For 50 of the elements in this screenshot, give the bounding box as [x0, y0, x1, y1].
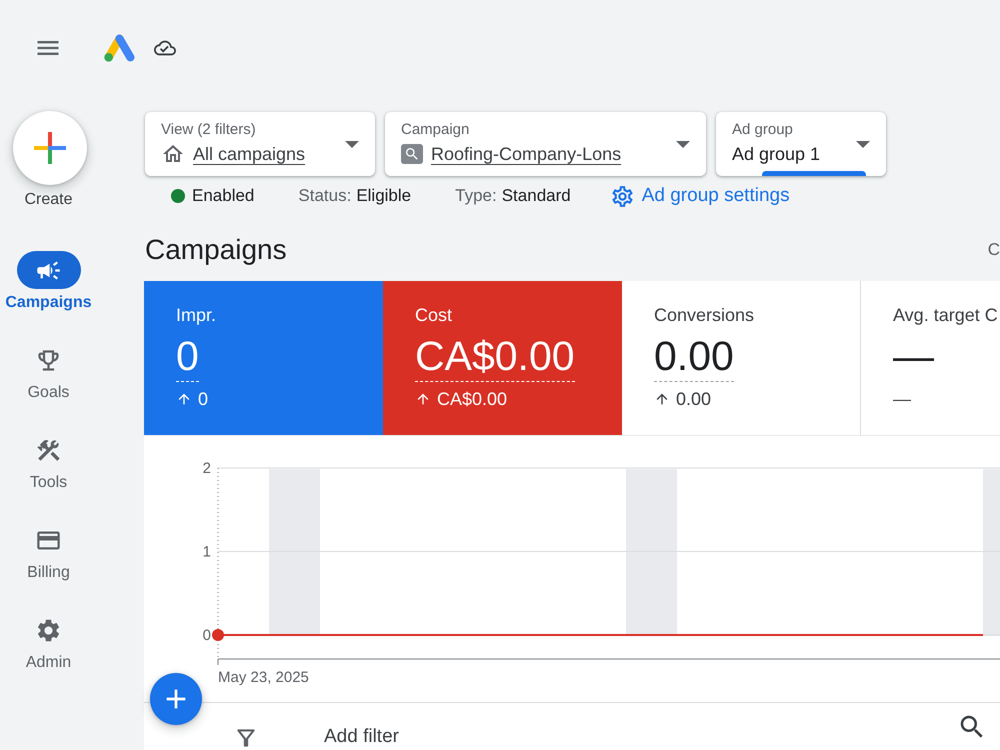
field-label: Type:	[455, 185, 497, 208]
metric-card[interactable]: Cost CA$0.00 CA$0.00	[383, 281, 622, 435]
metric-value: 0.00	[654, 334, 734, 382]
caret-icon	[676, 140, 690, 148]
logo-icon[interactable]	[104, 34, 135, 62]
metric-label: Impr.	[176, 304, 216, 327]
metric-change: —	[893, 388, 911, 410]
nav-item[interactable]: Tools	[0, 431, 97, 493]
dropdown-selector[interactable]: Ad group Ad group 1	[716, 112, 886, 176]
metric-change: 0.00	[676, 388, 712, 410]
metric-value: —	[893, 334, 934, 381]
nav-item[interactable]: Billing	[0, 521, 97, 583]
nav-item[interactable]: Campaigns	[0, 251, 97, 313]
selector-link[interactable]: All campaigns	[193, 143, 306, 165]
selector-link[interactable]: Roofing-Company-Lons	[431, 143, 622, 165]
gear-icon	[610, 184, 635, 208]
nav-item[interactable]: Admin	[0, 611, 97, 673]
selector-label: View (2 filters)	[161, 120, 257, 140]
search-square-icon	[401, 144, 423, 164]
metric-label: Cost	[415, 304, 452, 327]
field-value: Eligible	[356, 185, 412, 208]
y-axis-label: 2	[202, 460, 211, 477]
metric-change: CA$0.00	[437, 388, 508, 410]
metric-value: CA$0.00	[415, 334, 575, 382]
metric-value: 0	[176, 334, 199, 382]
y-axis-label: 1	[202, 544, 211, 560]
create-label: Create	[24, 190, 73, 210]
metric-change: 0	[198, 388, 208, 410]
cut-off-text: C	[988, 238, 1000, 261]
y-axis-label: 0	[202, 627, 211, 644]
caret-icon	[345, 140, 359, 148]
selector-label: Ad group	[732, 120, 794, 140]
metric-card[interactable]: Impr. 0 0	[144, 281, 383, 435]
plus-icon	[34, 132, 66, 164]
gear-icon	[35, 616, 62, 644]
field-label: Status:	[298, 185, 352, 208]
date-annotation: May 23, 2025	[218, 669, 309, 686]
dropdown-selector[interactable]: View (2 filters) All campaigns	[145, 112, 375, 176]
settings-link[interactable]: Ad group settings	[610, 182, 790, 210]
create-button[interactable]	[13, 111, 87, 185]
page-title: Campaigns	[145, 232, 287, 267]
metric-label: Avg. target C	[893, 304, 998, 327]
caret-icon	[856, 140, 870, 148]
selector-value: Ad group 1	[732, 143, 820, 165]
field-value: Standard	[502, 185, 571, 208]
dropdown-selector[interactable]: Campaign Roofing-Company-Lons	[385, 112, 706, 176]
metric-label: Conversions	[654, 304, 754, 327]
nav-item[interactable]: Goals	[0, 341, 97, 403]
status-text: Enabled	[192, 185, 254, 208]
selector-label: Campaign	[401, 120, 470, 140]
